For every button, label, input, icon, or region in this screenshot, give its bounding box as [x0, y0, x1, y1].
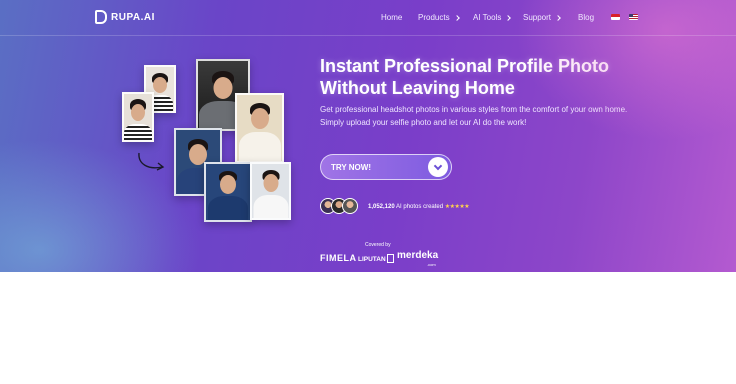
avatar — [342, 198, 358, 214]
brand-logo[interactable]: RUPA.AI — [95, 10, 155, 24]
press-logo-fimela: FIMELA — [320, 253, 357, 263]
star-rating-icon: ★★★★★ — [444, 204, 470, 210]
chevron-right-icon — [453, 14, 460, 21]
chevron-right-icon — [555, 14, 561, 21]
nav-item-home[interactable]: Home — [381, 13, 418, 22]
hero-section: RUPA.AI Home Products AI Tools Support B… — [0, 0, 736, 272]
headline-line-2: Without Leaving Home — [320, 78, 515, 98]
nav-links: Home Products AI Tools Support Blog — [381, 13, 594, 22]
chevron-down-icon — [428, 157, 448, 177]
user-avatars — [320, 198, 358, 214]
nav-item-products[interactable]: Products — [418, 13, 473, 22]
sample-photo-7 — [250, 162, 291, 220]
photos-count: 1,052,120 — [368, 204, 395, 210]
sample-photo-4 — [235, 93, 284, 163]
logo-icon — [95, 10, 107, 24]
try-now-button[interactable]: TRY NOW! — [320, 154, 452, 180]
try-now-label: TRY NOW! — [331, 162, 371, 172]
nav-item-support[interactable]: Support — [523, 13, 578, 22]
brand-name: RUPA.AI — [111, 11, 155, 23]
curved-arrow-icon — [138, 152, 165, 171]
press-logo-merdeka-suffix: .com — [427, 262, 436, 267]
covered-by-label: Covered by — [365, 242, 391, 248]
chevron-right-icon — [505, 14, 512, 21]
hero-description: Get professional headshot photos in vari… — [320, 105, 628, 127]
us-flag-icon[interactable] — [629, 14, 638, 20]
hero-headline: Instant Professional Profile Photo Witho… — [320, 55, 640, 99]
nav-item-blog[interactable]: Blog — [578, 13, 594, 22]
press-logo-liputan: LIPUTAN — [358, 254, 394, 263]
sample-photo-2 — [122, 92, 154, 142]
sample-photo-6 — [204, 162, 252, 222]
indonesia-flag-icon[interactable] — [611, 14, 620, 20]
nav-item-ai-tools[interactable]: AI Tools — [473, 13, 523, 22]
press-logo-merdeka: merdeka — [397, 250, 439, 261]
social-proof: 1,052,120 AI photos created ★★★★★ — [368, 203, 470, 210]
photos-created-label: AI photos created — [396, 204, 444, 210]
headline-line-1: Instant Professional Profile Photo — [320, 56, 610, 76]
top-navigation: RUPA.AI Home Products AI Tools Support B… — [0, 0, 736, 36]
